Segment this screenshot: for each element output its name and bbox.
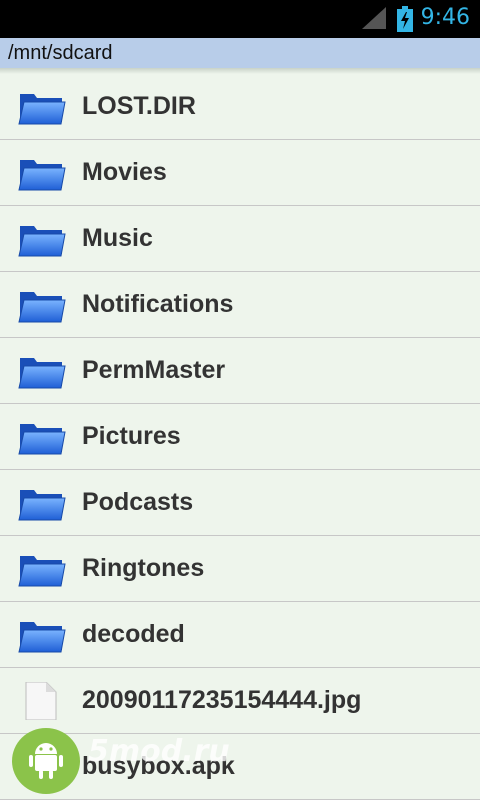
folder-icon (18, 550, 66, 588)
folder-icon (18, 286, 66, 324)
folder-icon (18, 484, 66, 522)
folder-icon (18, 352, 66, 390)
item-label: Ringtones (82, 554, 205, 582)
current-path: /mnt/sdcard (0, 38, 480, 68)
battery-charging-icon (397, 6, 413, 32)
list-item[interactable]: LOST.DIR (0, 74, 480, 140)
folder-icon (18, 220, 66, 258)
item-label: PermMaster (82, 356, 226, 384)
list-item[interactable]: 20090117235154444.jpg (0, 668, 480, 734)
signal-icon (362, 7, 386, 29)
list-item[interactable]: Notifications (0, 272, 480, 338)
item-label: Notifications (82, 290, 234, 318)
folder-icon (18, 616, 66, 654)
item-label: Pictures (82, 422, 181, 450)
watermark-badge (12, 728, 80, 794)
item-label: Movies (82, 158, 167, 186)
status-bar: 9:46 (0, 0, 480, 38)
item-label: Podcasts (82, 488, 194, 516)
list-item[interactable]: PermMaster (0, 338, 480, 404)
android-icon (29, 743, 63, 779)
status-time: 9:46 (420, 5, 470, 30)
folder-icon (18, 418, 66, 456)
watermark-text: 5mod.ru (88, 734, 230, 769)
folder-icon (18, 88, 66, 126)
item-label: Music (82, 224, 153, 252)
list-item[interactable]: Ringtones (0, 536, 480, 602)
item-label: LOST.DIR (82, 92, 196, 120)
list-item[interactable]: Podcasts (0, 470, 480, 536)
item-label: decoded (82, 620, 185, 648)
list-item[interactable]: Movies (0, 140, 480, 206)
folder-icon (18, 154, 66, 192)
item-label: 20090117235154444.jpg (82, 686, 362, 714)
list-item[interactable]: decoded (0, 602, 480, 668)
file-icon (18, 681, 66, 721)
file-list: LOST.DIR Movies Music Notifications PermMast… (0, 74, 480, 800)
list-item[interactable]: Pictures (0, 404, 480, 470)
list-item[interactable]: Music (0, 206, 480, 272)
